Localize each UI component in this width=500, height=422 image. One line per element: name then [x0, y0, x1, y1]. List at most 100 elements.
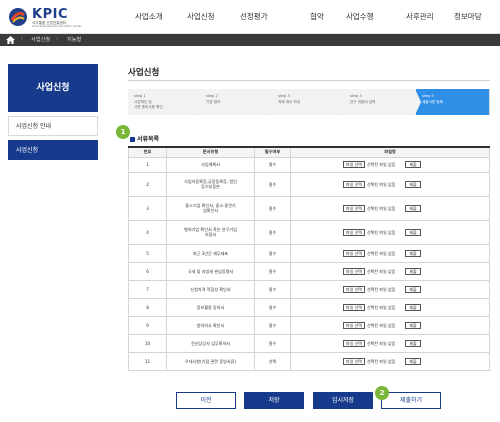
cell-no: 1 [128, 156, 167, 173]
file-status: 선택된 파일 없음 [367, 268, 396, 274]
table-row: 10 전산담당자 임무확약서 필수 파일 선택 선택된 파일 없음 제출 [128, 333, 490, 353]
file-select-button[interactable]: 파일 선택 [343, 285, 365, 293]
file-select-button[interactable]: 파일 선택 [343, 204, 365, 212]
section-title: 서류목록 [130, 134, 159, 143]
cell-file: 파일 선택 선택된 파일 없음 제출 [290, 279, 490, 299]
step-number: step 1 [134, 93, 146, 98]
sidebar-item-apply-guide[interactable]: 사업신청 안내 [8, 116, 98, 136]
file-select-button[interactable]: 파일 선택 [343, 228, 365, 236]
cell-file: 파일 선택 선택된 파일 없음 제출 [290, 171, 490, 197]
file-status: 선택된 파일 없음 [367, 340, 396, 346]
temp-save-button[interactable]: 임시저장 [313, 392, 373, 409]
nav-item-about[interactable]: 사업소개 [135, 11, 163, 22]
cell-no: 3 [128, 195, 167, 221]
step-number: step 3 [278, 93, 290, 98]
nav-item-agreement[interactable]: 협약 [310, 11, 324, 22]
cell-required: 필수 [254, 279, 291, 299]
nav-item-evaluation[interactable]: 선정평가 [240, 11, 268, 22]
cell-doc-type: 청약의사 확인서 [166, 315, 255, 335]
file-select-button[interactable]: 파일 선택 [343, 339, 365, 347]
sidebar-title: 사업신청 [8, 64, 98, 112]
file-submit-button[interactable]: 제출 [405, 267, 421, 275]
cell-required: 필수 [254, 243, 291, 263]
file-submit-button[interactable]: 제출 [405, 303, 421, 311]
table-row: 6 국세 및 지방세 완납증명서 필수 파일 선택 선택된 파일 없음 제출 [128, 261, 490, 281]
cell-no: 6 [128, 261, 167, 281]
step-title: 사업확인 및 서면 준비사항 확인 [134, 100, 163, 109]
breadcrumb-item-current[interactable]: 지능형 [67, 36, 81, 43]
breadcrumb: › 사업신청 › 지능형 [0, 34, 500, 46]
cell-doc-type: 우대사항(가점 관련 증빙서류) [166, 351, 255, 371]
table-row: 2 사업자등록증,공장등록증, 법인 등기부등본 필수 파일 선택 선택된 파일 없음 제출 [128, 171, 490, 197]
cell-file: 파일 선택 선택된 파일 없음 제출 [290, 261, 490, 281]
step-arrow-icon [199, 89, 205, 115]
nav-item-info[interactable]: 정보마당 [454, 11, 482, 22]
cell-no: 10 [128, 333, 167, 353]
cell-doc-type: 국세 및 지방세 완납증명서 [166, 261, 255, 281]
submit-button[interactable]: 제출하기 [381, 392, 441, 409]
file-status: 선택된 파일 없음 [367, 162, 396, 167]
breadcrumb-item-apply[interactable]: 사업신청 [31, 36, 50, 43]
cell-file: 파일 선택 선택된 파일 없음 제출 [290, 297, 490, 317]
site-logo[interactable]: KPIC 국가통합 산업진흥센터 Korea Business Info Inn… [8, 7, 98, 29]
nav-item-execution[interactable]: 사업수행 [346, 11, 374, 22]
cell-required: 필수 [254, 156, 291, 173]
cell-file: 파일 선택 선택된 파일 없음 제출 [290, 156, 490, 173]
file-select-button[interactable]: 파일 선택 [343, 357, 365, 365]
cell-doc-type: 신청자격 적합성 확인서 [166, 279, 255, 299]
cell-required: 필수 [254, 333, 291, 353]
file-submit-button[interactable]: 제출 [405, 357, 421, 365]
section-square-icon [130, 137, 135, 142]
file-submit-button[interactable]: 제출 [405, 161, 421, 168]
file-submit-button[interactable]: 제출 [405, 339, 421, 347]
file-submit-button[interactable]: 제출 [405, 285, 421, 293]
cell-doc-type: 정보활용 동의서 [166, 297, 255, 317]
home-icon[interactable] [6, 36, 15, 44]
file-select-button[interactable]: 파일 선택 [343, 321, 365, 329]
file-submit-button[interactable]: 제출 [405, 321, 421, 329]
sidebar-item-apply[interactable]: 사업신청 [8, 140, 98, 160]
logo-brand: KPIC [32, 7, 68, 22]
file-select-button[interactable]: 파일 선택 [343, 249, 365, 257]
step-number: step 2 [206, 93, 218, 98]
nav-item-apply[interactable]: 사업신청 [187, 11, 215, 22]
table-header-row: 번호 문서유형 필수여부 파일명 [128, 146, 490, 158]
cell-file: 파일 선택 선택된 파일 없음 제출 [290, 243, 490, 263]
step-4: step 4 연구 개발비 입력 [344, 89, 421, 115]
file-select-button[interactable]: 파일 선택 [343, 180, 365, 188]
prev-button[interactable]: 이전 [176, 392, 236, 409]
table-row: 7 신청자격 적합성 확인서 필수 파일 선택 선택된 파일 없음 제출 [128, 279, 490, 299]
file-select-button[interactable]: 파일 선택 [343, 303, 365, 311]
page-title: 사업신청 [128, 68, 160, 78]
step-title: 제출서류 등록 [422, 100, 443, 104]
document-table: 번호 문서유형 필수여부 파일명 1 사업계획서 필수 파일 선택 선택된 파일 없음 제… [128, 146, 490, 371]
file-status: 선택된 파일 없음 [367, 304, 396, 310]
file-submit-button[interactable]: 제출 [405, 180, 421, 188]
cell-no: 4 [128, 219, 167, 245]
cell-doc-type: 사업자등록증,공장등록증, 법인 등기부등본 [166, 171, 255, 197]
nav-item-followup[interactable]: 사후관리 [406, 11, 434, 22]
step-number: step 4 [350, 93, 362, 98]
file-submit-button[interactable]: 제출 [405, 204, 421, 212]
cell-file: 파일 선택 선택된 파일 없음 제출 [290, 351, 490, 371]
cell-doc-type: 중소기업 확인서, 중소·중견기 업확인서 [166, 195, 255, 221]
step-arrow-icon [415, 89, 421, 115]
cell-file: 파일 선택 선택된 파일 없음 제출 [290, 333, 490, 353]
step-1: step 1 사업확인 및 서면 준비사항 확인 [128, 89, 205, 115]
file-status: 선택된 파일 없음 [367, 229, 396, 235]
file-submit-button[interactable]: 제출 [405, 228, 421, 236]
title-divider [128, 80, 490, 81]
column-header-type: 문서유형 [166, 146, 255, 158]
logo-subtitle-en: Korea Business Info Innovation Center [32, 25, 82, 28]
file-status: 선택된 파일 없음 [367, 250, 396, 256]
breadcrumb-separator-icon: › [56, 35, 59, 42]
cell-doc-type: 벤처기업 확인서 혹은 연구기업 지정서 [166, 219, 255, 245]
step-arrow-icon [343, 89, 349, 115]
table-row: 11 우대사항(가점 관련 증빙서류) 선택 파일 선택 선택된 파일 없음 제출 [128, 351, 490, 371]
file-select-button[interactable]: 파일 선택 [343, 161, 365, 168]
file-select-button[interactable]: 파일 선택 [343, 267, 365, 275]
step-title: 연구 개발비 입력 [350, 100, 376, 104]
save-button[interactable]: 저장 [244, 392, 304, 409]
annotation-badge-1: 1 [116, 125, 130, 139]
file-submit-button[interactable]: 제출 [405, 249, 421, 257]
